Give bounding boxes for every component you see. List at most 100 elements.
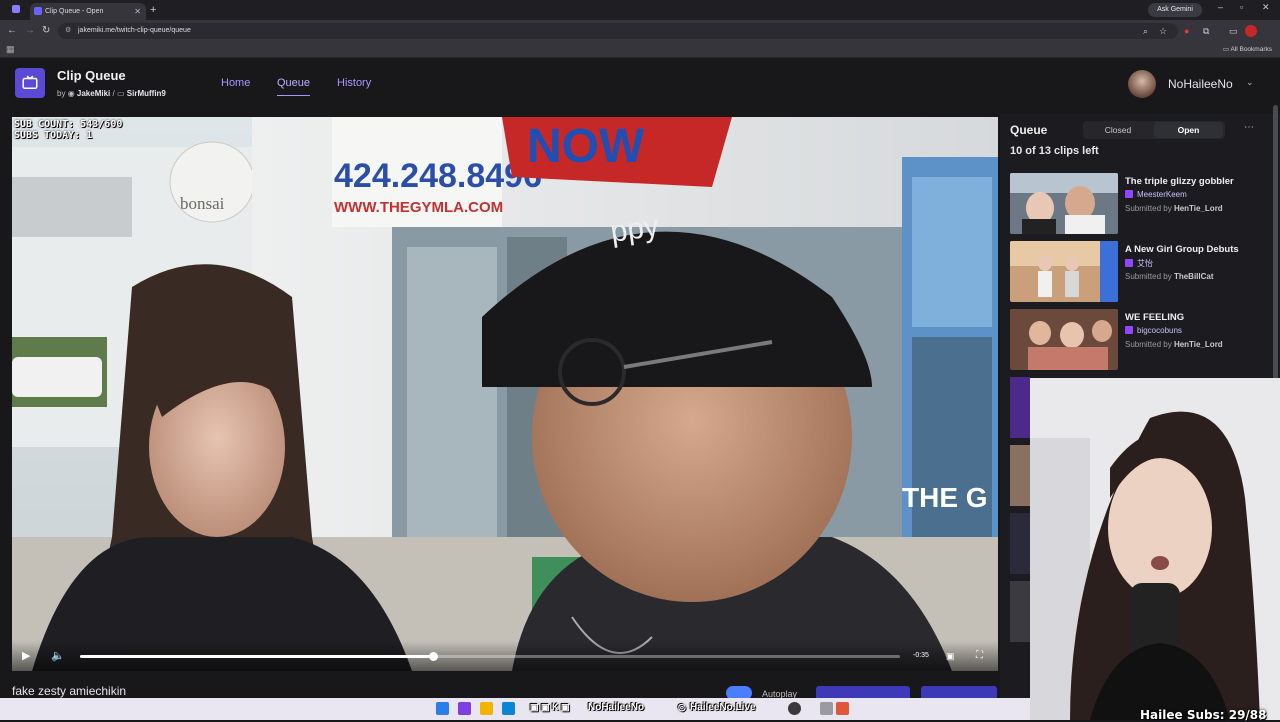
clip-thumbnail[interactable]: [1010, 377, 1030, 438]
picture-in-picture-icon[interactable]: ▣: [946, 649, 955, 663]
clip-channel-name: MeesterKeem: [1137, 190, 1187, 199]
seek-bar[interactable]: [80, 652, 900, 661]
obs-icon[interactable]: [788, 702, 801, 715]
instagram-icon: ◎: [678, 702, 686, 712]
video-controls: ▶ 🔈 -0:35 ▣ ⛶: [12, 641, 998, 671]
address-bar: ← → ↻ ⚙ jakemiki.me/twitch-clip-queue/qu…: [0, 20, 1280, 42]
submitted-by-prefix: Submitted by: [1125, 204, 1172, 213]
queue-open-button[interactable]: Open: [1154, 122, 1223, 138]
extensions-puzzle-icon[interactable]: ⧉: [1203, 24, 1209, 38]
clip-submitter: Submitted by TheBillCat: [1125, 272, 1214, 281]
apps-grid-icon[interactable]: ▦: [6, 44, 15, 55]
clip-submitter: Submitted by HenTie_Lord: [1125, 204, 1223, 213]
edge-icon[interactable]: [502, 702, 515, 715]
twitch-icon: [1125, 326, 1133, 334]
clip-title: WE FEELING: [1125, 312, 1185, 323]
sign-url: WWW.THEGYMLA.COM: [334, 199, 503, 216]
reload-icon[interactable]: ↻: [42, 24, 50, 38]
new-tab-icon[interactable]: +: [150, 3, 156, 17]
user-avatar[interactable]: [1128, 70, 1156, 98]
clip-thumbnail[interactable]: [1010, 513, 1030, 574]
clip-queue-logo-icon[interactable]: [15, 68, 45, 98]
seek-progress: [80, 655, 433, 658]
clip-channel: bigcocobuns: [1125, 326, 1182, 335]
clip-thumbnail[interactable]: [1010, 309, 1118, 370]
submitter-name: HenTie_Lord: [1173, 340, 1223, 349]
submitter-name: HenTie_Lord: [1173, 204, 1223, 213]
clip-thumbnail[interactable]: [1010, 173, 1118, 234]
queue-clip-card[interactable]: A New Girl Group Debuts 艾怡 Submitted by …: [1010, 241, 1270, 303]
social-handle-secondary: HaileeNo.Live: [690, 702, 756, 713]
clip-thumbnail[interactable]: [1010, 241, 1118, 302]
nav-queue[interactable]: Queue: [277, 77, 311, 96]
webcam-overlay: [1030, 378, 1280, 720]
zoom-icon[interactable]: ⌕: [1143, 24, 1148, 38]
video-player[interactable]: bonsai 424.248.8496 WWW.THEGYMLA.COM NOW…: [12, 117, 998, 671]
close-tab-icon[interactable]: ✕: [134, 3, 141, 20]
tab-title: Clip Queue - Open: [45, 8, 104, 15]
browser-menu-icon[interactable]: [12, 5, 20, 13]
sidepanel-icon[interactable]: ▭: [1229, 24, 1238, 38]
nav-home[interactable]: Home: [221, 77, 250, 89]
twitch-icon: [1125, 259, 1133, 267]
tab-favicon-icon: [34, 7, 42, 15]
close-window-icon[interactable]: ✕: [1262, 2, 1270, 13]
clip-title: The triple glizzy gobbler: [1125, 176, 1234, 187]
github-icon: ◉: [67, 89, 75, 98]
ask-gemini-label: Ask Gemini: [1157, 6, 1193, 13]
sub-count-overlay: SUB COUNT: 543/600 SUBS TODAY: 1: [14, 119, 122, 141]
seek-handle[interactable]: [428, 652, 438, 661]
twitch-icon: [1125, 190, 1133, 198]
file-explorer-icon[interactable]: [480, 702, 493, 715]
clip-channel: 艾怡: [1125, 258, 1153, 269]
clip-channel: MeesterKeem: [1125, 190, 1187, 199]
video-frame: bonsai 424.248.8496 WWW.THEGYMLA.COM NOW…: [12, 117, 998, 671]
browser-tab[interactable]: Clip Queue - Open ✕: [30, 3, 146, 20]
social-icons: ▣ ▣ K ▣: [530, 702, 570, 712]
clip-thumbnail[interactable]: [1010, 445, 1030, 506]
play-icon[interactable]: ▶: [22, 649, 30, 663]
windows-start-icon[interactable]: [436, 702, 449, 715]
forward-icon[interactable]: →: [25, 24, 35, 38]
queue-scrollbar[interactable]: [1273, 105, 1278, 380]
extension-icon[interactable]: ●: [1184, 24, 1189, 38]
app-icon[interactable]: [836, 702, 849, 715]
social-handle-primary: NoHaileeNo: [588, 702, 645, 713]
fullscreen-icon[interactable]: ⛶: [976, 649, 983, 663]
ask-gemini-button[interactable]: Ask Gemini: [1148, 3, 1202, 17]
sub-count-line: SUB COUNT: 543/600: [14, 119, 123, 130]
clips-left-count: 10 of 13 clips left: [1010, 145, 1099, 157]
app-icon[interactable]: [820, 702, 833, 715]
queue-title: Queue: [1010, 123, 1048, 137]
bookmark-star-icon[interactable]: ☆: [1159, 24, 1167, 38]
url-text: jakemiki.me/twitch-clip-queue/queue: [78, 27, 191, 34]
user-name[interactable]: NoHaileeNo: [1168, 77, 1233, 91]
chevron-down-icon[interactable]: ⌄: [1246, 77, 1254, 88]
queue-clip-card[interactable]: The triple glizzy gobbler MeesterKeem Su…: [1010, 173, 1270, 235]
more-options-icon[interactable]: ⋯: [1244, 122, 1254, 133]
url-input[interactable]: ⚙ jakemiki.me/twitch-clip-queue/queue: [58, 23, 1178, 39]
app-byline: by ◉ JakeMiki / ▭ SirMuffin9: [57, 89, 166, 98]
site-info-icon[interactable]: ⚙: [65, 23, 71, 39]
clip-thumbnail[interactable]: [1010, 581, 1030, 642]
queue-closed-button[interactable]: Closed: [1085, 122, 1151, 138]
all-bookmarks-button[interactable]: ▭ All Bookmarks: [1223, 45, 1272, 53]
clip-title: fake zesty amiechikin: [12, 684, 127, 698]
profile-avatar[interactable]: [1245, 25, 1257, 37]
time-remaining: -0:35: [913, 652, 929, 659]
nav-history[interactable]: History: [337, 77, 371, 89]
maximize-icon[interactable]: ▫: [1240, 2, 1243, 12]
volume-icon[interactable]: 🔈: [51, 649, 65, 663]
all-bookmarks-label: All Bookmarks: [1230, 46, 1272, 53]
author-link-sirmuffin[interactable]: SirMuffin9: [127, 89, 166, 98]
author-link-jakemiki[interactable]: JakeMiki: [77, 89, 110, 98]
queue-clip-card[interactable]: WE FEELING bigcocobuns Submitted by HenT…: [1010, 309, 1270, 371]
app-header: Clip Queue by ◉ JakeMiki / ▭ SirMuffin9 …: [0, 58, 1280, 114]
minimize-icon[interactable]: –: [1218, 2, 1223, 12]
bookmarks-bar: ▦ ▭ All Bookmarks: [0, 42, 1280, 58]
copilot-icon[interactable]: [458, 702, 471, 715]
webcam-feed: [1030, 378, 1280, 720]
sign-now: NOW: [527, 120, 645, 173]
clip-channel-name: bigcocobuns: [1137, 326, 1182, 335]
back-icon[interactable]: ←: [7, 24, 17, 38]
